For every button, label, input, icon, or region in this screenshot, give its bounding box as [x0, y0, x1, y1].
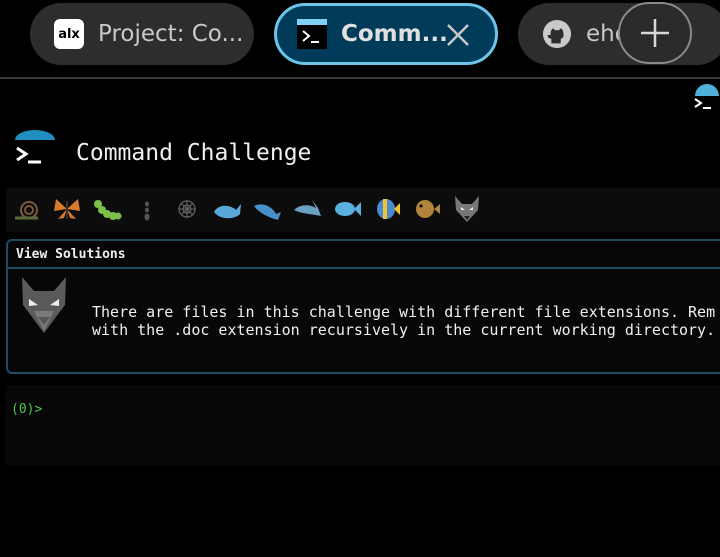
fish-icon[interactable]	[330, 194, 364, 224]
level-progress-bar	[6, 188, 720, 232]
github-icon	[542, 19, 572, 49]
terminal-area[interactable]: (0)>	[6, 385, 720, 465]
terminal-icon[interactable]	[692, 84, 720, 114]
terminal-logo-icon	[15, 130, 55, 164]
description-line: There are files in this challenge with d…	[92, 303, 716, 321]
challenge-panel: View Solutions There are files in this c…	[6, 239, 720, 374]
description-line: with the .doc extension recursively in t…	[92, 321, 716, 339]
close-icon[interactable]	[443, 20, 473, 50]
browser-tab-bar: alx Project: Co... Comm... eho	[0, 0, 720, 79]
new-tab-button[interactable]	[618, 2, 692, 64]
dolphin-icon[interactable]	[290, 194, 324, 224]
blowfish-icon[interactable]	[410, 194, 444, 224]
spider-web-icon[interactable]	[170, 194, 204, 224]
tab-project[interactable]: alx Project: Co...	[30, 3, 254, 65]
tab-command-challenge[interactable]: Comm...	[274, 3, 498, 65]
whale-icon[interactable]	[210, 194, 244, 224]
whale-blue-icon[interactable]	[250, 194, 284, 224]
plus-icon	[641, 19, 669, 47]
tab-title: Project: Co...	[98, 21, 244, 47]
alx-icon: alx	[54, 19, 84, 49]
challenge-description: There are files in this challenge with d…	[92, 303, 715, 339]
terminal-prompt: (0)>	[11, 402, 43, 417]
tab-title: Comm...	[341, 21, 448, 47]
wolf-avatar-icon	[22, 277, 66, 333]
ant-icon[interactable]	[130, 194, 164, 224]
caterpillar-icon[interactable]	[90, 194, 124, 224]
butterfly-icon[interactable]	[50, 194, 84, 224]
terminal-icon	[297, 19, 327, 49]
snail-icon[interactable]	[10, 194, 44, 224]
wolf-icon[interactable]	[450, 194, 484, 224]
page-title: Command Challenge	[76, 140, 312, 166]
tropical-fish-icon[interactable]	[370, 194, 404, 224]
view-solutions-link[interactable]: View Solutions	[8, 241, 720, 269]
